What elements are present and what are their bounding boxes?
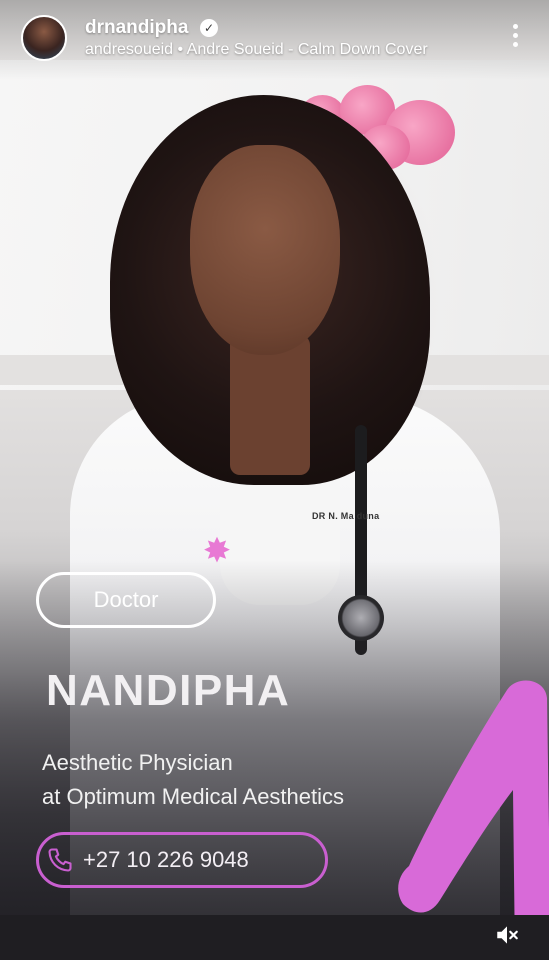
story-view[interactable]: DR N. Ma duna drnandipha ✓ andresoueid •… bbox=[0, 0, 549, 960]
role-pill: Doctor bbox=[36, 572, 216, 628]
verified-badge-icon: ✓ bbox=[200, 19, 218, 37]
phone-pill[interactable]: +27 10 226 9048 bbox=[36, 832, 328, 888]
workplace: at Optimum Medical Aesthetics bbox=[42, 784, 345, 809]
coat-name-tag: DR N. Ma duna bbox=[312, 511, 380, 521]
more-vertical-icon[interactable] bbox=[505, 24, 525, 54]
face bbox=[190, 145, 340, 355]
avatar[interactable] bbox=[21, 15, 67, 61]
bottom-bar bbox=[0, 915, 549, 960]
phone-icon bbox=[48, 848, 72, 872]
sparkle-icon: ✸ bbox=[202, 532, 232, 570]
audio-credit[interactable]: andresoueid • Andre Soueid - Calm Down C… bbox=[85, 41, 428, 59]
doctor-name: NANDIPHA bbox=[46, 666, 291, 715]
job-title: Aesthetic Physician bbox=[42, 750, 233, 775]
username[interactable]: drnandipha bbox=[85, 17, 188, 39]
story-header bbox=[0, 0, 549, 80]
speaker-muted-icon[interactable] bbox=[494, 922, 520, 948]
